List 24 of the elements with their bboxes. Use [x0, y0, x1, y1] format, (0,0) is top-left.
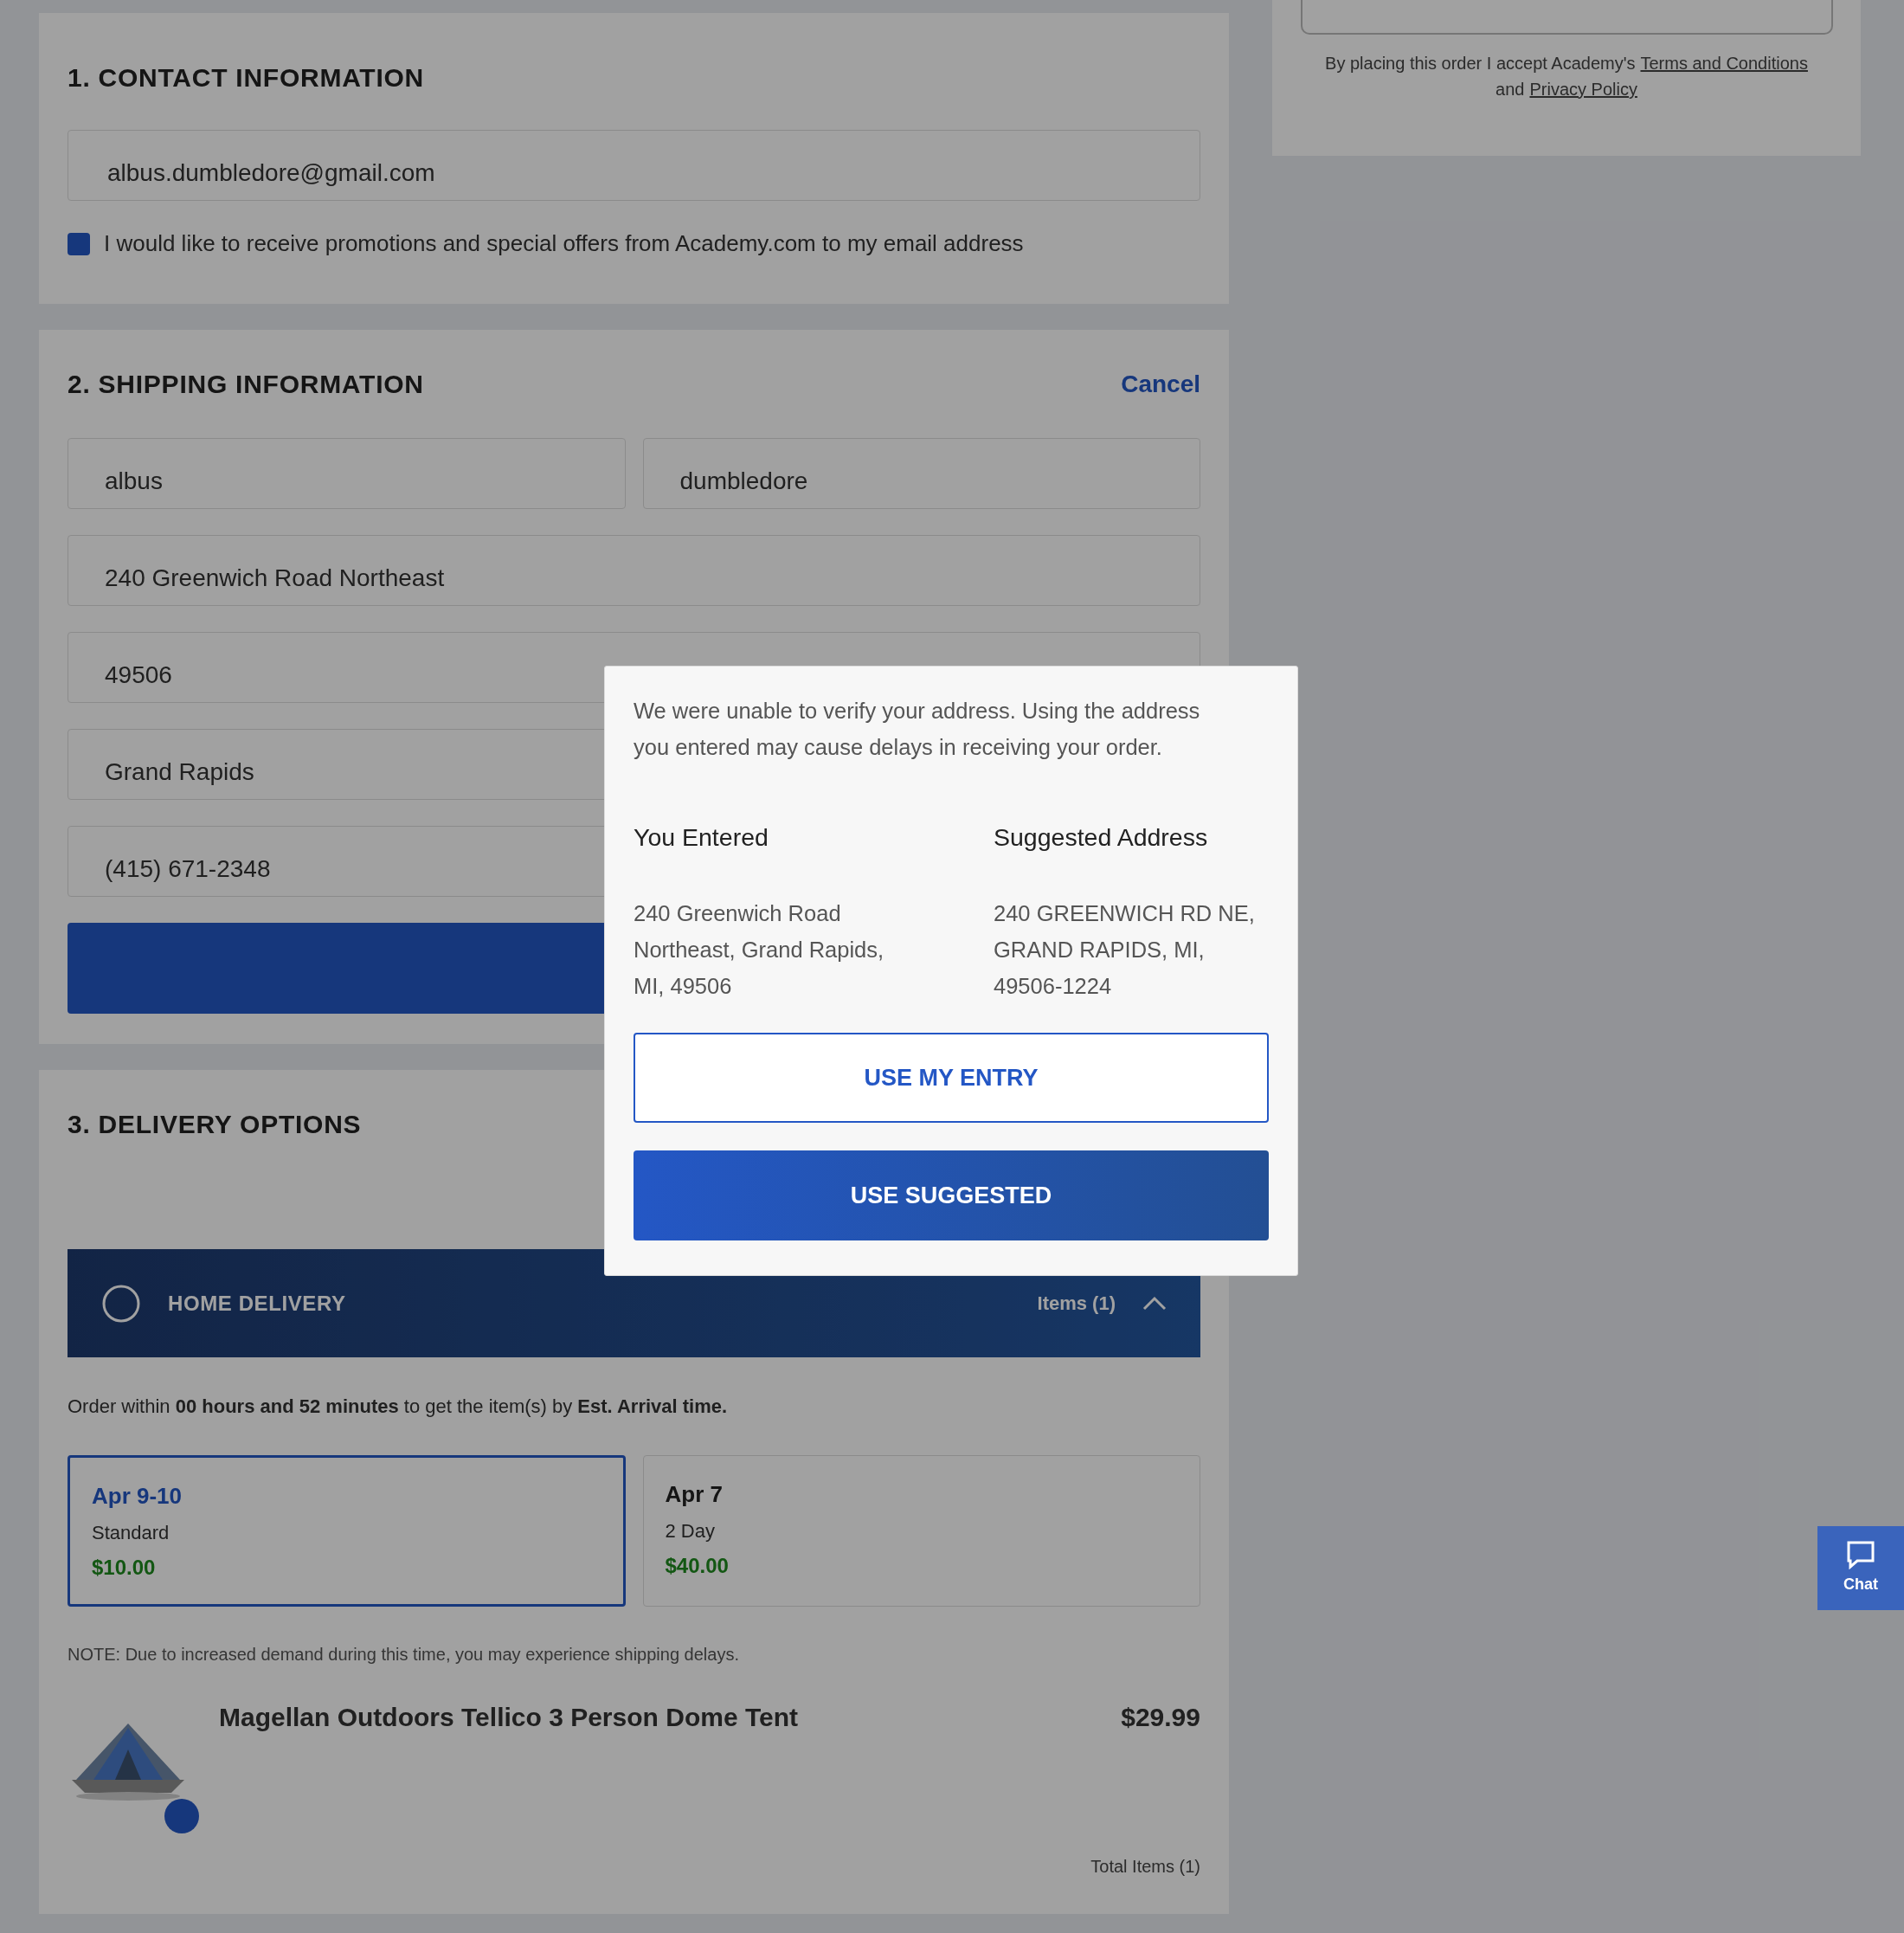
- option-speed: 2 Day: [665, 1519, 716, 1543]
- column-heading: You Entered: [634, 822, 769, 853]
- banner-label: HOME DELIVERY: [168, 1290, 347, 1317]
- total-items: Total Items (1): [1090, 1856, 1200, 1878]
- option-price: $10.00: [92, 1555, 157, 1581]
- dialog-message: We were unable to verify your address. Using the address you entered may cause delays in receiving your order.: [634, 698, 1201, 761]
- section-title: 1. CONTACT INFORMATION: [68, 62, 426, 93]
- terms-text: By placing this order I accept Academy's: [1325, 53, 1636, 74]
- option-speed: Standard: [92, 1521, 170, 1545]
- checkbox-label: I would like to receive promotions and special offers from Academy.com to my email address: [104, 229, 1024, 258]
- column-heading: Suggested Address: [994, 822, 1209, 853]
- section-title: 3. DELIVERY OPTIONS: [68, 1109, 363, 1140]
- delivery-notice: Order within 00 hours and 52 minutes to get the item(s) by Est. Arrival time.: [68, 1395, 729, 1419]
- shipping-note: NOTE: Due to increased demand during this time, you may experience shipping delays.: [68, 1644, 740, 1666]
- address-text: 240 Greenwich Road Northeast, Grand Rapids, MI, 49506: [634, 900, 885, 1000]
- product-name: Magellan Outdoors Tellico 3 Person Dome Tent: [219, 1702, 799, 1733]
- section-title: 2. SHIPPING INFORMATION: [68, 369, 424, 400]
- address-text: 240 GREENWICH RD NE, GRAND RAPIDS, MI, 49506-1224: [994, 900, 1256, 1000]
- option-price: $40.00: [665, 1553, 730, 1579]
- option-date: Apr 9-10: [92, 1482, 183, 1511]
- product-price: $29.99: [1121, 1702, 1200, 1733]
- option-date: Apr 7: [665, 1480, 724, 1509]
- terms-text: and: [1496, 79, 1525, 100]
- items-count: Items (1): [1037, 1292, 1116, 1316]
